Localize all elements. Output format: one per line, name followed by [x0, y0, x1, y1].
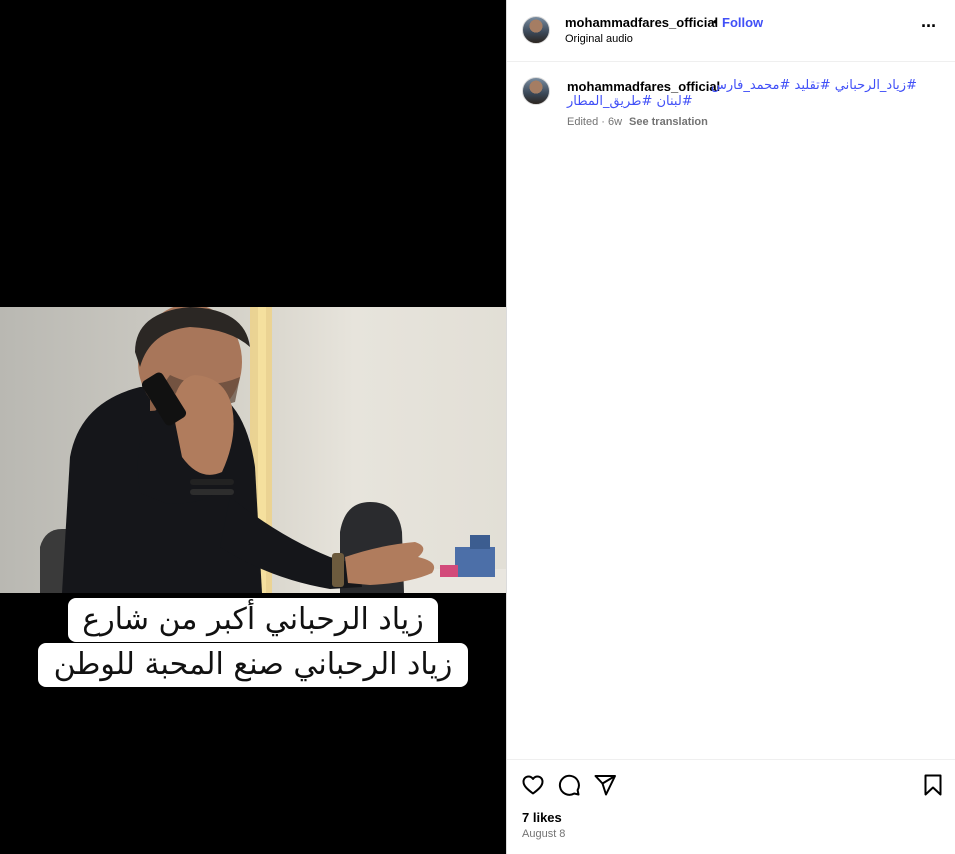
audio-link[interactable]: Original audio [565, 33, 633, 45]
caption-line-2: زياد الرحباني صنع المحبة للوطن [0, 643, 506, 687]
separator-dot: • [713, 14, 718, 29]
action-bar: 7 likes August 8 [507, 759, 955, 854]
comment-icon[interactable] [557, 773, 581, 797]
hashtags-line-2[interactable]: #لبنان #طريق_المطار [567, 94, 693, 109]
video-player[interactable]: زياد الرحباني أكبر من شارع زياد الرحباني… [0, 0, 506, 854]
post-dialog: زياد الرحباني أكبر من شارع زياد الرحباني… [0, 0, 955, 854]
caption-line-1: زياد الرحباني أكبر من شارع [0, 598, 506, 642]
follow-button[interactable]: Follow [722, 15, 763, 30]
video-frame [0, 307, 506, 593]
hashtags-line-1[interactable]: #زياد_الرحباني #تقليد #محمد_فارس [711, 78, 917, 93]
comment-meta: Edited · 6w [567, 116, 623, 128]
heart-icon[interactable] [521, 773, 545, 797]
video-scene [40, 307, 506, 593]
post-side-panel: mohammadfares_official • Follow Original… [506, 0, 955, 854]
see-translation-button[interactable]: See translation [629, 116, 708, 128]
header-username[interactable]: mohammadfares_official [565, 15, 718, 30]
comment-username[interactable]: mohammadfares_official [567, 79, 720, 94]
likes-count[interactable]: 7 likes [522, 810, 562, 825]
avatar[interactable] [522, 16, 550, 44]
more-options-icon[interactable]: ··· [921, 16, 937, 37]
post-header: mohammadfares_official • Follow Original… [507, 0, 955, 62]
share-icon[interactable] [593, 773, 617, 797]
caption-text-1: زياد الرحباني أكبر من شارع [68, 598, 438, 642]
caption-text-2: زياد الرحباني صنع المحبة للوطن [37, 643, 469, 687]
post-date[interactable]: August 8 [522, 828, 565, 840]
avatar[interactable] [522, 77, 550, 105]
bookmark-icon[interactable] [921, 773, 945, 797]
